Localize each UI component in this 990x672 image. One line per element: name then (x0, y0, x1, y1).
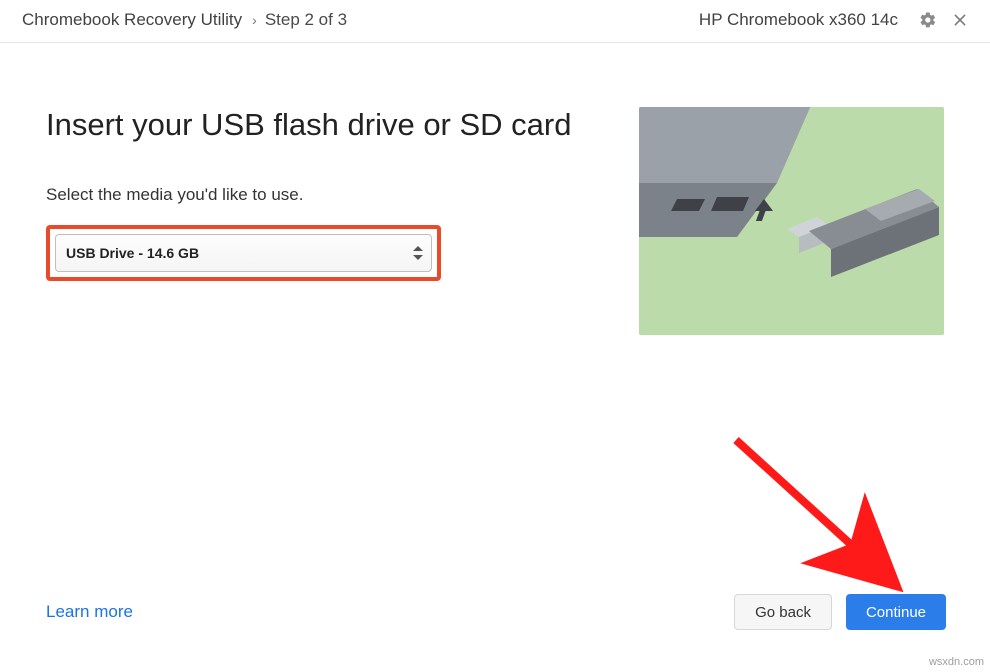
stepper-icon (413, 246, 423, 260)
annotation-arrow (728, 432, 908, 592)
device-name: HP Chromebook x360 14c (699, 10, 898, 30)
gear-icon[interactable] (918, 10, 938, 30)
step-indicator: Step 2 of 3 (265, 10, 347, 30)
learn-more-link[interactable]: Learn more (46, 602, 133, 622)
media-select-value: USB Drive - 14.6 GB (66, 245, 199, 261)
usb-illustration (639, 107, 944, 335)
go-back-button[interactable]: Go back (734, 594, 832, 630)
footer-bar: Learn more Go back Continue (46, 594, 946, 630)
watermark: wsxdn.com (929, 656, 984, 668)
media-select[interactable]: USB Drive - 14.6 GB (55, 234, 432, 272)
main-content: Insert your USB flash drive or SD card S… (0, 43, 990, 335)
app-title: Chromebook Recovery Utility (22, 10, 242, 30)
breadcrumb-separator: › (252, 12, 257, 28)
instruction-text: Select the media you'd like to use. (46, 185, 606, 205)
select-highlight: USB Drive - 14.6 GB (46, 225, 441, 281)
close-icon[interactable] (950, 10, 970, 30)
header-bar: Chromebook Recovery Utility › Step 2 of … (0, 0, 990, 43)
continue-button[interactable]: Continue (846, 594, 946, 630)
page-title: Insert your USB flash drive or SD card (46, 107, 606, 143)
